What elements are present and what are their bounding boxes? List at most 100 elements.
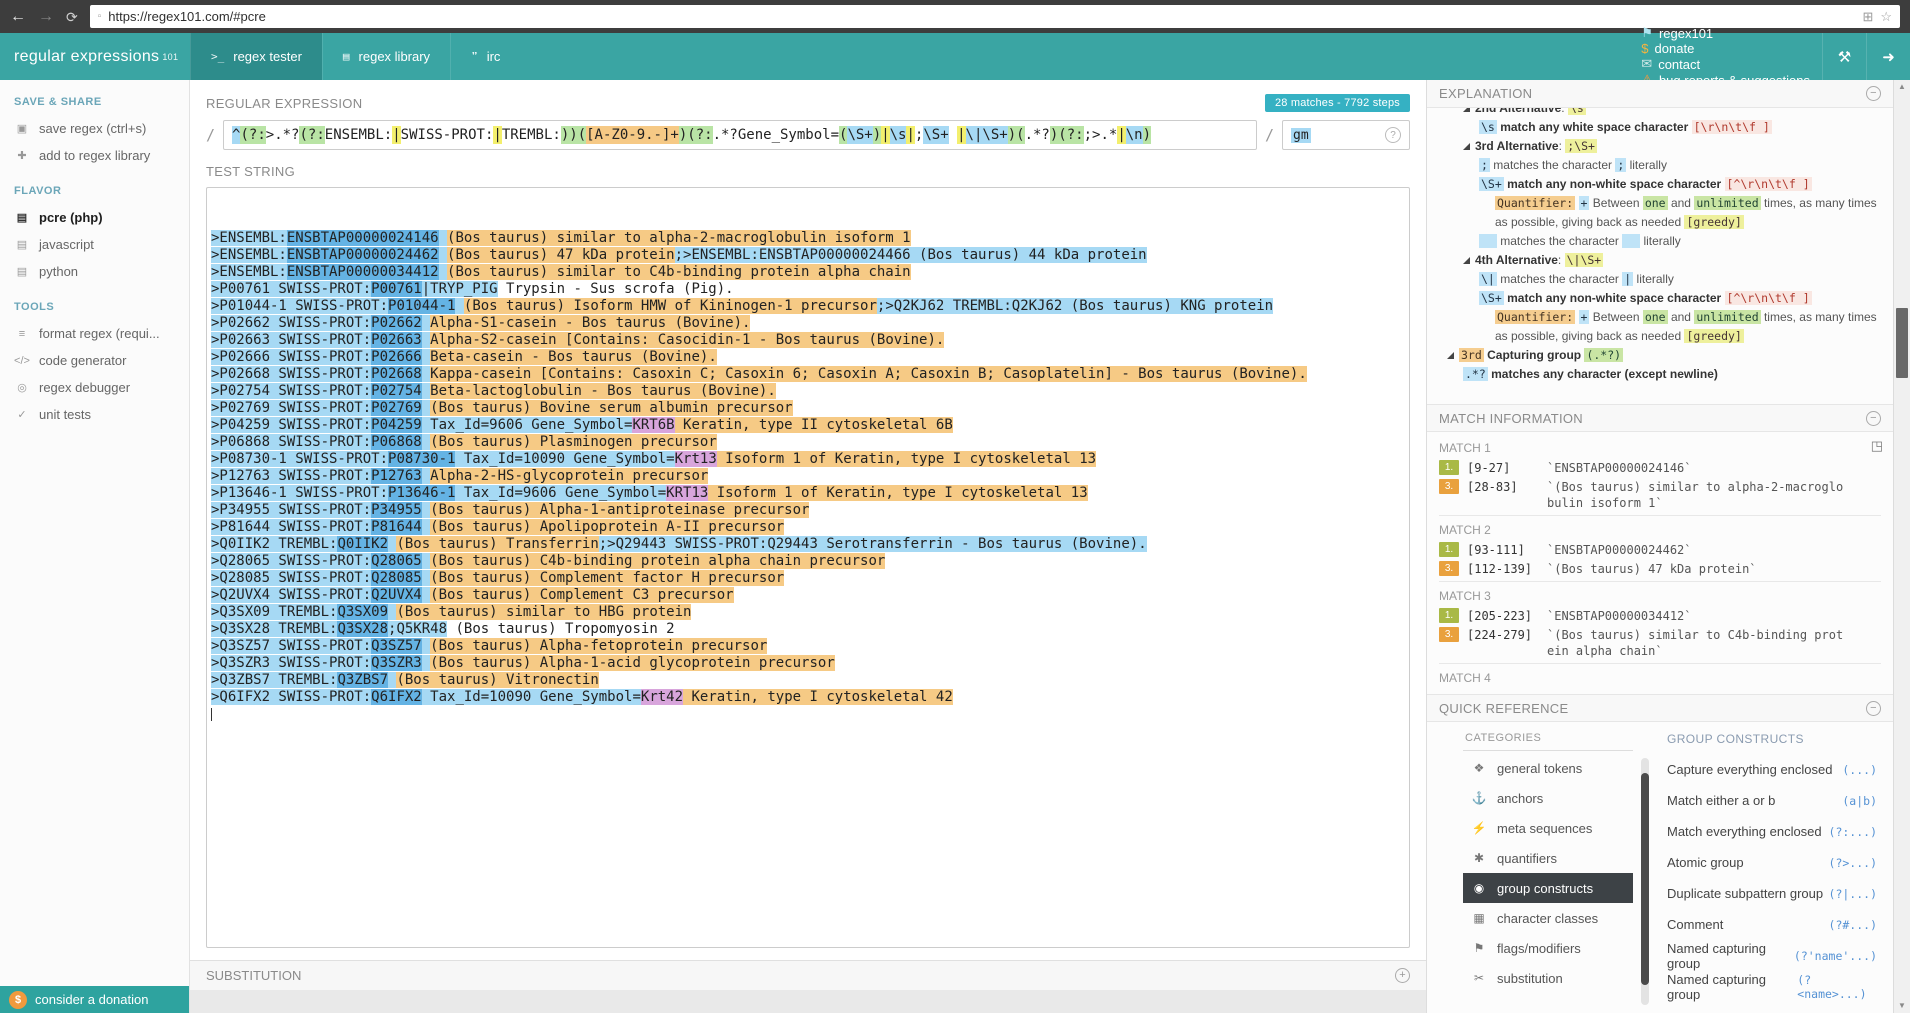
category-flags-modifiers[interactable]: ⚑ flags/modifiers [1463, 933, 1633, 963]
explanation-token: one [1642, 310, 1668, 324]
page-scrollbar-thumb[interactable] [1896, 308, 1908, 378]
substitution-title: SUBSTITUTION [206, 968, 302, 983]
file-icon: ▤ [16, 239, 28, 251]
match-group-row: 3. [112-139] `(Bos taurus) 47 kDa protein` [1439, 561, 1881, 577]
sidebar-item-regex-debugger[interactable]: ◎ regex debugger [0, 374, 189, 401]
explanation-token: 2nd Alternative [1475, 108, 1562, 115]
match-segment: >P02754 SWISS-PROT: [211, 383, 372, 399]
collapse-triangle-icon[interactable] [1447, 352, 1454, 359]
match-value: `(Bos taurus) 47 kDa protein` [1547, 562, 1757, 576]
regex-input[interactable]: ^(?:>.*?(?:ENSEMBL:|SWISS-PROT:|TREMBL:)… [223, 120, 1257, 150]
site-logo[interactable]: regular expressions 101 [0, 33, 190, 80]
category-group-constructs[interactable]: ◉ group constructs [1463, 873, 1633, 903]
collapse-icon[interactable]: − [1866, 410, 1881, 426]
reference-item-duplicate-subpattern-group[interactable]: Duplicate subpattern group (?|...) [1667, 878, 1877, 909]
reference-item-capture-everything-enclosed[interactable]: Capture everything enclosed (...) [1667, 754, 1877, 785]
reload-icon[interactable]: ⟳ [66, 10, 78, 24]
navbar-button-signin-icon[interactable]: ➜ [1866, 33, 1910, 80]
match-segment: >P02769 SWISS-PROT: [211, 400, 372, 416]
test-string-editor[interactable]: >ENSEMBL:ENSBTAP00000024146 (Bos taurus)… [206, 187, 1410, 948]
test-string-line: >P13646-1 SWISS-PROT:P13646-1 Tax_Id=960… [211, 485, 1405, 502]
caret-up-icon[interactable]: ▲ [1894, 80, 1910, 94]
sidebar-item-add-to-regex-library[interactable]: ✚ add to regex library [0, 142, 189, 169]
regex-flags-input[interactable]: gm ? [1282, 120, 1410, 150]
substitution-bar[interactable]: SUBSTITUTION + [190, 960, 1426, 990]
explanation-token: Between [1589, 310, 1643, 324]
category-character-classes[interactable]: ▦ character classes [1463, 903, 1633, 933]
caret-down-icon[interactable]: ▼ [1894, 999, 1910, 1013]
category-general-tokens[interactable]: ❖ general tokens [1463, 753, 1633, 783]
nav-link-contact[interactable]: ✉ contact [1629, 56, 1822, 72]
regex-token: | [392, 126, 401, 144]
star-icon[interactable]: ☆ [1880, 9, 1892, 25]
forward-icon[interactable]: → [38, 8, 54, 25]
match-segment: >P06868 SWISS-PROT: [211, 434, 372, 450]
collapse-icon[interactable]: − [1866, 86, 1881, 101]
expand-icon[interactable]: + [1395, 968, 1410, 983]
category-quantifiers[interactable]: ✱ quantifiers [1463, 843, 1633, 873]
explanation-token: ; [1479, 158, 1490, 172]
sidebar-item-unit-tests[interactable]: ✓ unit tests [0, 401, 189, 428]
reference-item-named-capturing-group[interactable]: Named capturing group (?<name>...) [1667, 971, 1877, 1002]
export-icon[interactable]: ◳ [1871, 438, 1883, 454]
categories-scrollbar-thumb[interactable] [1641, 772, 1649, 986]
category-substitution[interactable]: ✂ substitution [1463, 963, 1633, 993]
test-string-line: >P00761 SWISS-PROT:P00761|TRYP_PIG Tryps… [211, 281, 1405, 298]
page-scrollbar[interactable]: ▲ ▼ [1893, 80, 1910, 1013]
sidebar-item-python[interactable]: ▤ python [0, 258, 189, 285]
back-icon[interactable]: ← [10, 8, 26, 25]
tab-regex-tester[interactable]: >_ regex tester [190, 33, 322, 80]
category-anchors[interactable]: ⚓ anchors [1463, 783, 1633, 813]
sidebar-item-javascript[interactable]: ▤ javascript [0, 231, 189, 258]
reference-item-match-everything-enclosed[interactable]: Match everything enclosed (?:...) [1667, 816, 1877, 847]
explanation-token: Between [1589, 196, 1643, 210]
match-segment: (Bos taurus) Isoform HMW of Kininogen-1 … [463, 298, 877, 314]
sidebar-item-code-generator[interactable]: </> code generator [0, 347, 189, 374]
check-icon: ✓ [17, 409, 27, 421]
donation-banner[interactable]: $ consider a donation [0, 986, 189, 1013]
collapse-icon[interactable]: − [1866, 700, 1881, 716]
match-segment [421, 655, 431, 671]
regex-token: [A-Z0-9.-]+ [586, 126, 679, 144]
regex-flags[interactable]: gm [1291, 127, 1311, 143]
sidebar-item-label: pcre (php) [39, 210, 103, 225]
tab-label: regex tester [233, 49, 302, 64]
categories-scrollbar[interactable] [1641, 758, 1649, 1005]
explanation-token [1575, 310, 1578, 324]
url-text[interactable]: https://regex101.com/#pcre [108, 9, 266, 24]
apps-icon[interactable]: ⊞ [1862, 9, 1873, 25]
tokens-icon: ❖ [1473, 761, 1485, 775]
match-segment: Isoform 1 of Keratin, type I cytoskeleta… [708, 485, 1088, 501]
reference-title: GROUP CONSTRUCTS [1667, 732, 1804, 746]
category-label: general tokens [1497, 760, 1583, 776]
match-segment: P12763 [371, 468, 422, 484]
help-icon[interactable]: ? [1385, 127, 1401, 143]
collapse-triangle-icon[interactable] [1463, 143, 1470, 150]
sidebar-item-pcre-php[interactable]: ▤ pcre (php) [0, 204, 189, 231]
reference-item-label: Match either a or b [1667, 793, 1776, 808]
sidebar-item-format-regex-requi[interactable]: ≡ format regex (requi... [0, 320, 189, 347]
test-string-line: >Q3SX09 TREMBL:Q3SX09 (Bos taurus) simil… [211, 604, 1405, 621]
navbar-button-wrench-icon[interactable]: ⚒ [1822, 33, 1866, 80]
regex-open-delimiter: / [206, 126, 216, 144]
tab-regex-library[interactable]: ▤ regex library [321, 33, 450, 80]
reference-item-comment[interactable]: Comment (?#...) [1667, 909, 1877, 940]
nav-link-donate[interactable]: $ donate [1629, 41, 1822, 56]
explanation-token: literally [1626, 158, 1667, 172]
tab-irc[interactable]: ❞ irc [450, 33, 520, 80]
regex-token: ( [1016, 126, 1025, 144]
nav-buttons: ⚒ ➜ [1822, 33, 1910, 80]
dollar-circle-icon: $ [9, 990, 27, 1009]
category-label: flags/modifiers [1497, 940, 1581, 956]
sidebar-item-save-regex-ctrl-s[interactable]: ▣ save regex (ctrl+s) [0, 115, 189, 142]
reference-item-match-either-a-or-b[interactable]: Match either a or b (a|b) [1667, 785, 1877, 816]
reference-item-atomic-group[interactable]: Atomic group (?>...) [1667, 847, 1877, 878]
nav-link-regex101[interactable]: ⚑ regex101 [1629, 25, 1822, 41]
reference-item-code: (...) [1842, 762, 1877, 777]
reference-item-named-capturing-group[interactable]: Named capturing group (?'name'...) [1667, 940, 1877, 971]
match-segment: Alpha-S1-casein - Bos taurus (Bovine). [430, 315, 751, 331]
collapse-triangle-icon[interactable] [1463, 108, 1470, 112]
category-meta-sequences[interactable]: ⚡ meta sequences [1463, 813, 1633, 843]
tab-label: irc [486, 49, 501, 64]
collapse-triangle-icon[interactable] [1463, 257, 1470, 264]
